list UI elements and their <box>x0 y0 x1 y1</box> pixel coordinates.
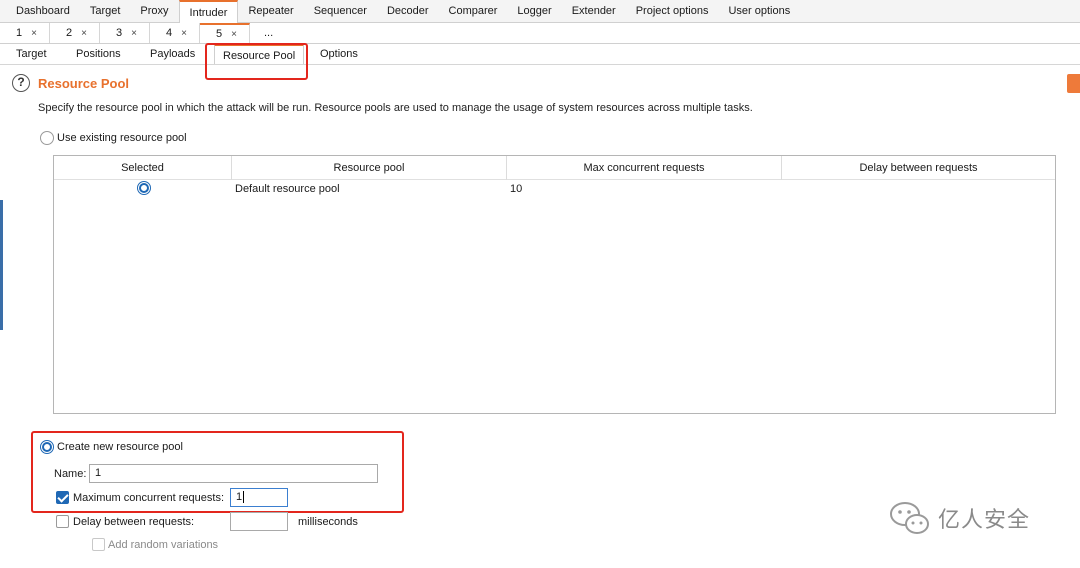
tab-user-options[interactable]: User options <box>718 0 800 22</box>
pool-name-input[interactable]: 1 <box>89 464 378 483</box>
row-max-concurrent: 10 <box>510 183 523 195</box>
tab-decoder[interactable]: Decoder <box>377 0 439 22</box>
tab-sequencer[interactable]: Sequencer <box>304 0 377 22</box>
text-caret <box>243 491 245 504</box>
watermark: 亿人安全 <box>888 500 1030 536</box>
attack-tab-3[interactable]: 3 × <box>100 23 150 43</box>
delay-input[interactable] <box>230 512 288 531</box>
tab-repeater[interactable]: Repeater <box>238 0 303 22</box>
delay-label: Delay between requests: <box>73 516 195 528</box>
resource-pool-table: Selected Resource pool Max concurrent re… <box>53 155 1056 414</box>
tab-comparer[interactable]: Comparer <box>439 0 508 22</box>
attack-tab-1[interactable]: 1 × <box>0 23 50 43</box>
watermark-text: 亿人安全 <box>938 508 1031 533</box>
intruder-sub-tab-bar: Target Positions Payloads Resource Pool … <box>0 44 1080 65</box>
column-header-delay[interactable]: Delay between requests <box>782 156 1055 180</box>
attack-tab-4[interactable]: 4 × <box>150 23 200 43</box>
close-icon[interactable]: × <box>81 28 87 39</box>
subtab-positions[interactable]: Positions <box>76 44 121 64</box>
subtab-resource-pool[interactable]: Resource Pool <box>214 44 305 64</box>
attack-tab-label: 2 <box>66 27 73 39</box>
attack-tab-label: 5 <box>216 28 223 40</box>
max-concurrent-checkbox[interactable] <box>56 491 69 504</box>
attack-tab-label: 1 <box>16 27 23 39</box>
use-existing-pool-radio[interactable] <box>40 131 54 145</box>
delay-checkbox[interactable] <box>56 515 69 528</box>
max-concurrent-input[interactable]: 1 <box>230 488 288 507</box>
tab-proxy[interactable]: Proxy <box>130 0 178 22</box>
close-icon[interactable]: × <box>231 29 237 40</box>
tab-target[interactable]: Target <box>80 0 131 22</box>
column-header-selected[interactable]: Selected <box>54 156 232 180</box>
window-edge <box>0 200 3 330</box>
row-resource-pool: Default resource pool <box>235 183 340 195</box>
attack-tab-bar: 1 × 2 × 3 × 4 × 5 × ... <box>0 23 1080 44</box>
close-icon[interactable]: × <box>181 28 187 39</box>
row-selected-radio[interactable] <box>137 181 151 195</box>
close-icon[interactable]: × <box>131 28 137 39</box>
random-variations-checkbox[interactable] <box>92 538 105 551</box>
settings-flag-icon[interactable] <box>1067 74 1080 93</box>
name-label: Name: <box>54 468 87 480</box>
section-description: Specify the resource pool in which the a… <box>38 102 753 114</box>
create-new-pool-radio[interactable] <box>40 440 54 454</box>
new-attack-tab[interactable]: ... <box>250 23 290 43</box>
tab-intruder[interactable]: Intruder <box>178 0 239 23</box>
attack-tab-2[interactable]: 2 × <box>50 23 100 43</box>
subtab-target[interactable]: Target <box>16 44 47 64</box>
attack-tab-label: 3 <box>116 27 123 39</box>
max-concurrent-label: Maximum concurrent requests: <box>73 492 224 504</box>
column-header-max-concurrent[interactable]: Max concurrent requests <box>507 156 782 180</box>
attack-tab-label: 4 <box>166 27 173 39</box>
tab-project-options[interactable]: Project options <box>626 0 719 22</box>
tool-tab-bar: Dashboard Target Proxy Intruder Repeater… <box>0 0 1080 23</box>
close-icon[interactable]: × <box>31 28 37 39</box>
use-existing-pool-label: Use existing resource pool <box>57 132 187 144</box>
random-variations-label: Add random variations <box>108 539 219 551</box>
max-concurrent-value: 1 <box>236 491 243 503</box>
create-new-pool-label: Create new resource pool <box>57 441 183 453</box>
subtab-options[interactable]: Options <box>320 44 358 64</box>
help-icon[interactable]: ? <box>12 74 30 92</box>
column-header-resource-pool[interactable]: Resource pool <box>232 156 507 180</box>
subtab-payloads[interactable]: Payloads <box>150 44 195 64</box>
tab-extender[interactable]: Extender <box>562 0 626 22</box>
pool-name-value: 1 <box>95 467 102 479</box>
attack-tab-5[interactable]: 5 × <box>200 23 250 43</box>
section-title: Resource Pool <box>38 76 130 91</box>
wechat-logo-icon <box>888 500 932 536</box>
table-header: Selected Resource pool Max concurrent re… <box>54 156 1055 180</box>
tab-logger[interactable]: Logger <box>507 0 561 22</box>
tab-dashboard[interactable]: Dashboard <box>6 0 80 22</box>
delay-unit-label: milliseconds <box>298 516 358 528</box>
